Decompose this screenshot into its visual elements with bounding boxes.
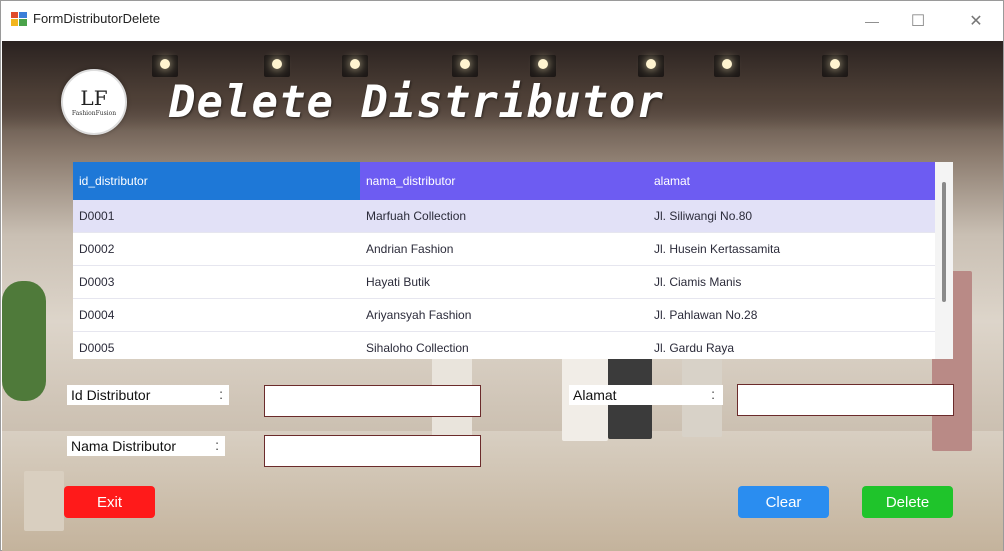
alamat-label: Alamat :	[569, 385, 723, 405]
table-row[interactable]: D0004 Ariyansyah Fashion Jl. Pahlawan No…	[73, 299, 935, 332]
id-distributor-label-text: Id Distributor	[71, 387, 151, 403]
logo-mark: LF	[80, 85, 108, 110]
delete-button[interactable]: Delete	[862, 486, 953, 518]
cell-id[interactable]: D0004	[73, 299, 360, 331]
nama-distributor-label-text: Nama Distributor	[71, 438, 177, 454]
column-header-nama[interactable]: nama_distributor	[360, 162, 648, 200]
maximize-icon: ☐	[910, 13, 926, 30]
ceiling-light-icon	[530, 55, 556, 77]
id-distributor-label: Id Distributor :	[67, 385, 229, 405]
cell-id[interactable]: D0003	[73, 266, 360, 298]
close-button[interactable]: ✕	[953, 1, 999, 41]
nama-distributor-input[interactable]	[264, 435, 481, 467]
id-distributor-input[interactable]	[264, 385, 481, 417]
scrollbar-thumb[interactable]	[942, 182, 946, 302]
cell-id[interactable]: D0001	[73, 200, 360, 232]
table-row[interactable]: D0003 Hayati Butik Jl. Ciamis Manis	[73, 266, 935, 299]
app-icon	[11, 12, 27, 26]
distributor-grid[interactable]: id_distributor nama_distributor alamat D…	[73, 162, 953, 359]
column-header-id[interactable]: id_distributor	[73, 162, 360, 200]
cell-alamat[interactable]: Jl. Ciamis Manis	[648, 266, 935, 298]
cell-id[interactable]: D0002	[73, 233, 360, 265]
close-icon: ✕	[969, 13, 983, 30]
window-title: FormDistributorDelete	[33, 11, 161, 26]
ceiling-light-icon	[264, 55, 290, 77]
page-title: Delete Distributor	[169, 77, 664, 128]
logo-text: FashionFusion	[71, 109, 117, 117]
ceiling-light-icon	[452, 55, 478, 77]
ceiling-light-icon	[714, 55, 740, 77]
exit-button[interactable]: Exit	[64, 486, 155, 518]
cell-nama[interactable]: Sihaloho Collection	[360, 332, 648, 359]
cell-alamat[interactable]: Jl. Husein Kertassamita	[648, 233, 935, 265]
cell-nama[interactable]: Marfuah Collection	[360, 200, 648, 232]
grid-rows: D0001 Marfuah Collection Jl. Siliwangi N…	[73, 200, 935, 359]
cell-nama[interactable]: Andrian Fashion	[360, 233, 648, 265]
ceiling-light-icon	[342, 55, 368, 77]
title-bar[interactable]: FormDistributorDelete — ☐ ✕	[1, 1, 1003, 41]
table-row[interactable]: D0001 Marfuah Collection Jl. Siliwangi N…	[73, 200, 935, 233]
table-row[interactable]: D0002 Andrian Fashion Jl. Husein Kertass…	[73, 233, 935, 266]
grid-header: id_distributor nama_distributor alamat	[73, 162, 935, 200]
ceiling-light-icon	[638, 55, 664, 77]
alamat-input[interactable]	[737, 384, 954, 416]
alamat-label-text: Alamat	[573, 387, 617, 403]
maximize-button[interactable]: ☐	[895, 1, 941, 41]
cell-nama[interactable]: Hayati Butik	[360, 266, 648, 298]
ceiling-light-icon	[152, 55, 178, 77]
label-colon: :	[219, 386, 223, 402]
column-header-alamat[interactable]: alamat	[648, 162, 935, 200]
cell-id[interactable]: D0005	[73, 332, 360, 359]
clear-button[interactable]: Clear	[738, 486, 829, 518]
cell-alamat[interactable]: Jl. Pahlawan No.28	[648, 299, 935, 331]
label-colon: :	[711, 386, 715, 402]
cell-alamat[interactable]: Jl. Siliwangi No.80	[648, 200, 935, 232]
cell-alamat[interactable]: Jl. Gardu Raya	[648, 332, 935, 359]
table-decoration	[24, 471, 64, 531]
ceiling-light-icon	[822, 55, 848, 77]
plant-decoration	[2, 281, 46, 401]
minimize-button[interactable]: —	[849, 1, 895, 41]
brand-logo: LF FashionFusion	[61, 69, 127, 135]
cell-nama[interactable]: Ariyansyah Fashion	[360, 299, 648, 331]
table-row[interactable]: D0005 Sihaloho Collection Jl. Gardu Raya	[73, 332, 935, 359]
minimize-icon: —	[865, 13, 879, 29]
label-colon: :	[215, 437, 219, 453]
form-window: FormDistributorDelete — ☐ ✕ LF FashionFu…	[0, 0, 1004, 551]
grid-scrollbar[interactable]	[935, 162, 953, 359]
nama-distributor-label: Nama Distributor :	[67, 436, 225, 456]
